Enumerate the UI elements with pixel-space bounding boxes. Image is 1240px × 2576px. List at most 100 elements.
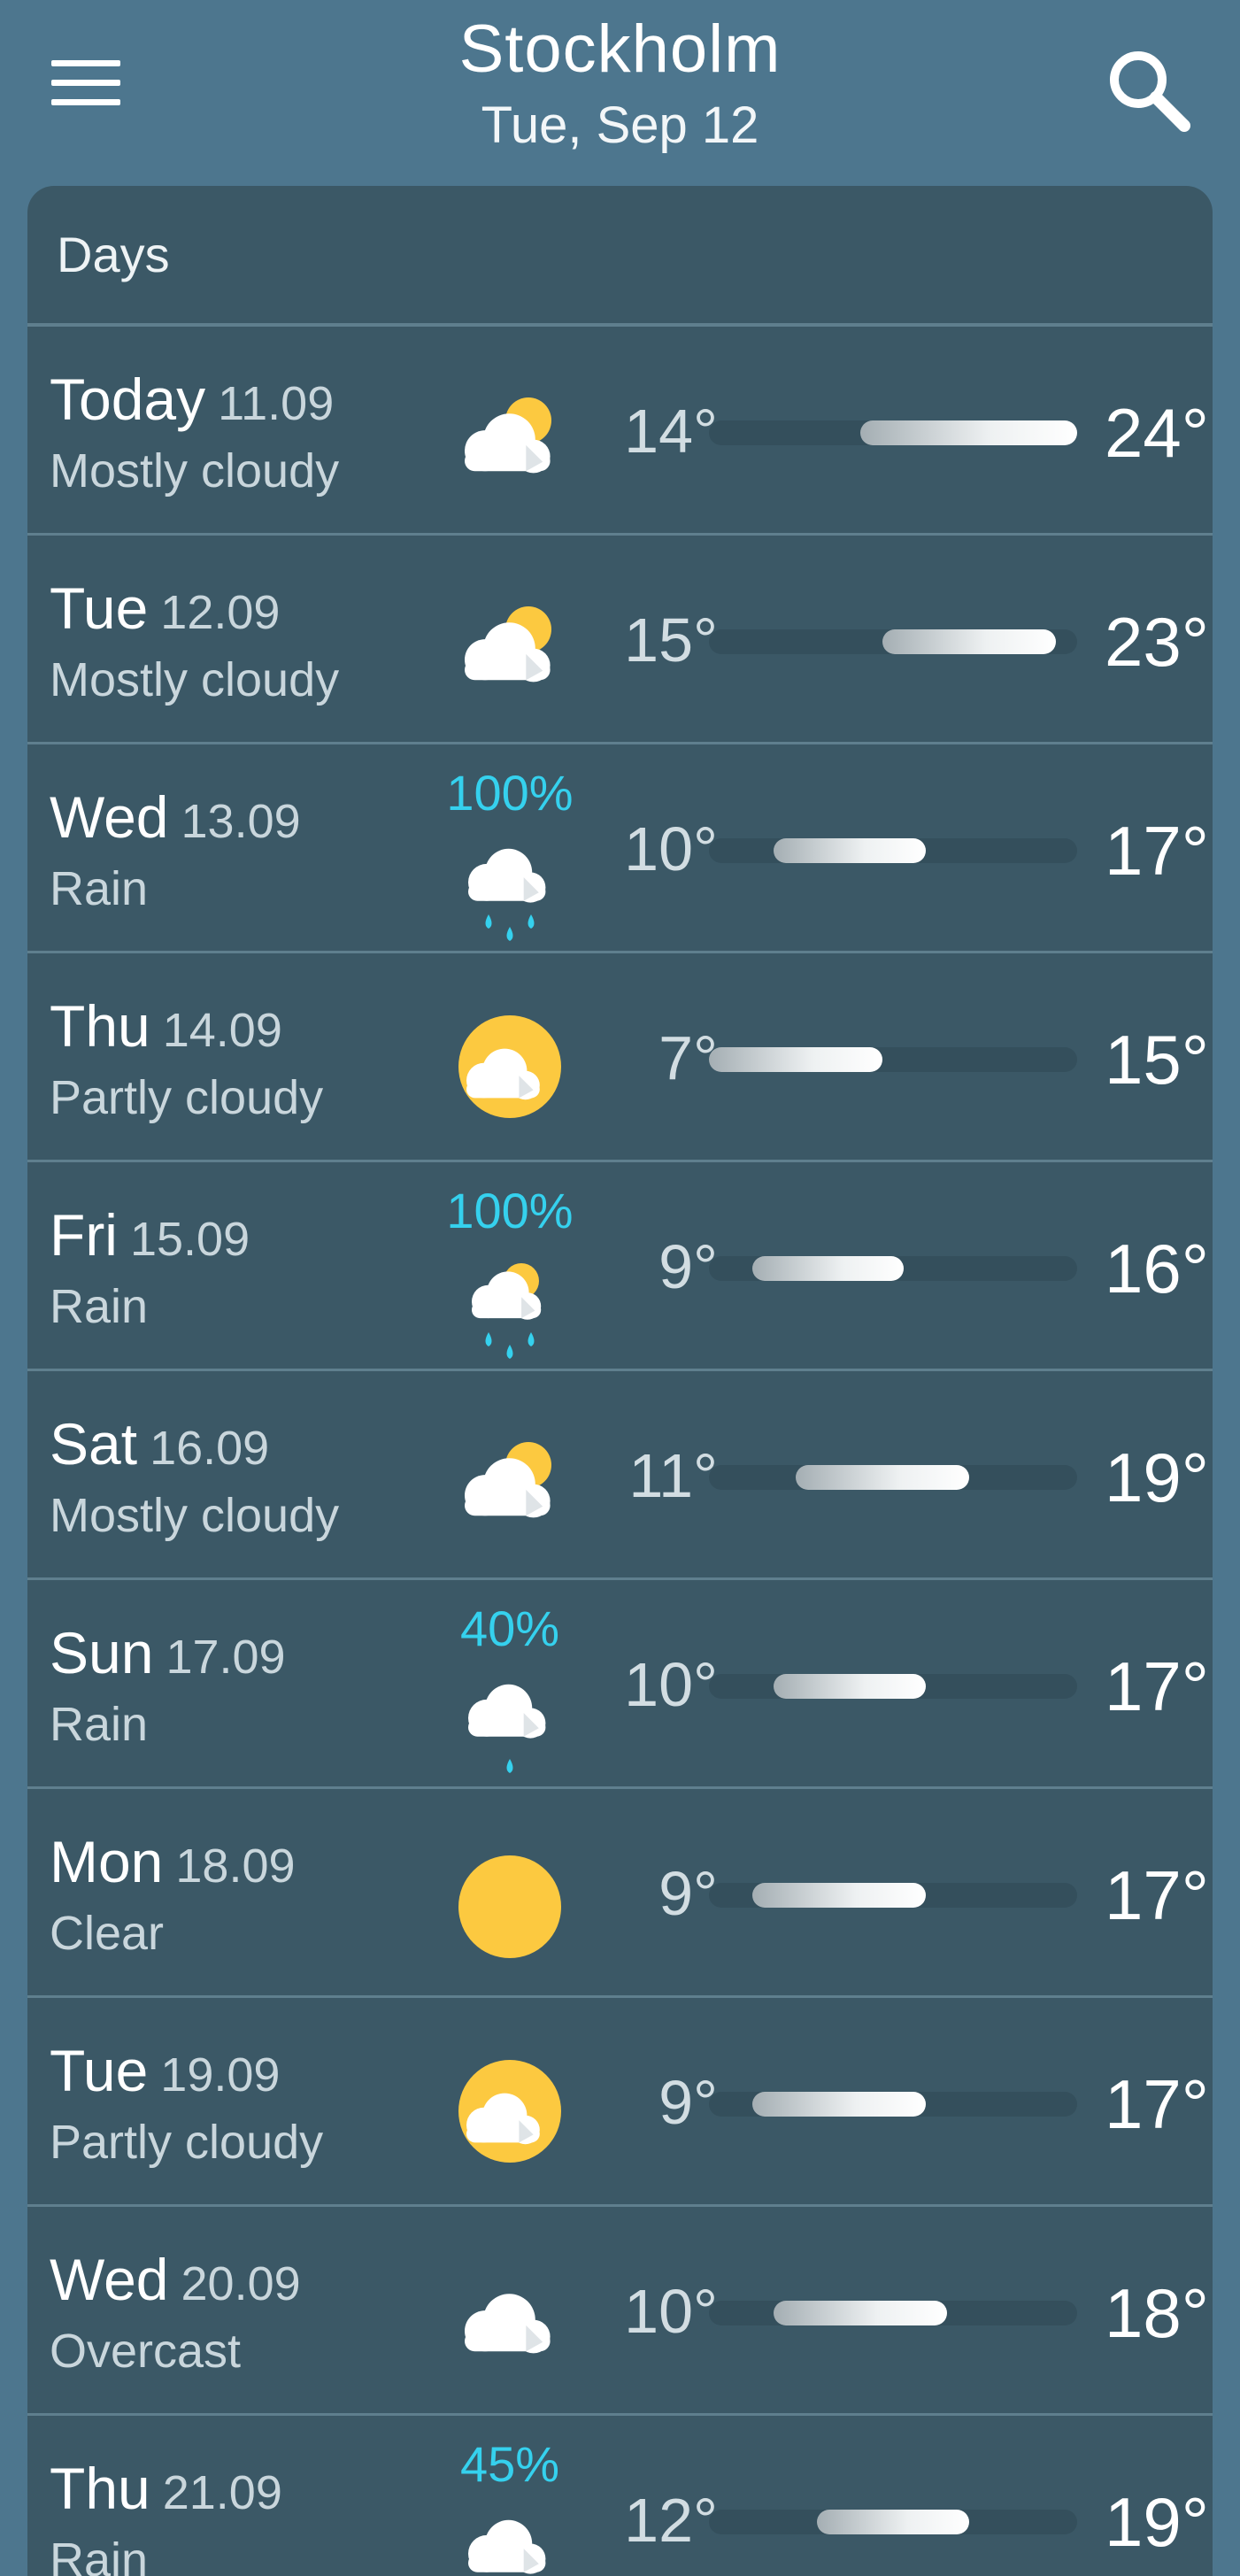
temp-low: 9° bbox=[659, 1232, 718, 1301]
day-name: Thu bbox=[50, 2456, 150, 2521]
forecast-row[interactable]: Today 11.09 Mostly cloudy 14° 24° bbox=[27, 327, 1213, 536]
condition-text: Partly cloudy bbox=[50, 2116, 324, 2169]
temp-low: 12° bbox=[624, 2486, 718, 2555]
day-date: 12.09 bbox=[160, 586, 281, 639]
sun-behind-cloud-icon bbox=[443, 378, 576, 511]
menu-button[interactable] bbox=[48, 55, 127, 117]
temp-range-track bbox=[709, 838, 1077, 863]
temp-high: 17° bbox=[1105, 2065, 1209, 2143]
day-date: 14.09 bbox=[162, 1004, 282, 1057]
condition-text: Overcast bbox=[50, 2325, 242, 2378]
temp-range-bar bbox=[860, 420, 1077, 445]
forecast-row[interactable]: Wed 20.09 Overcast 10° 18° bbox=[27, 2207, 1213, 2416]
partly-cloudy-icon bbox=[443, 2049, 576, 2182]
temp-high: 17° bbox=[1105, 1647, 1209, 1725]
temp-high: 19° bbox=[1105, 1438, 1209, 1516]
temp-range-bar bbox=[795, 1465, 969, 1490]
temp-low: 14° bbox=[624, 397, 718, 466]
day-name: Fri bbox=[50, 1202, 118, 1268]
day-label: Tue 12.09 bbox=[50, 575, 280, 642]
forecast-row[interactable]: Tue 19.09 Partly cloudy 9° 17° bbox=[27, 1998, 1213, 2207]
forecast-row[interactable]: Fri 15.09 Rain 100% 9° 16° bbox=[27, 1162, 1213, 1371]
temp-low: 9° bbox=[659, 1859, 718, 1928]
condition-text: Mostly cloudy bbox=[50, 653, 340, 706]
temp-range-bar bbox=[774, 2301, 948, 2325]
condition-text: Mostly cloudy bbox=[50, 1489, 340, 1542]
day-name: Mon bbox=[50, 1829, 164, 1894]
day-label: Tue 19.09 bbox=[50, 2037, 280, 2104]
sun-icon bbox=[443, 1840, 576, 1973]
day-name: Tue bbox=[50, 2038, 149, 2103]
temp-high: 24° bbox=[1105, 394, 1209, 472]
forecast-row[interactable]: Wed 13.09 Rain 100% 10° 17° bbox=[27, 744, 1213, 953]
rain-cloud-icon bbox=[443, 2497, 576, 2576]
day-label: Today 11.09 bbox=[50, 366, 334, 433]
day-date: 16.09 bbox=[150, 1422, 270, 1475]
condition-text: Partly cloudy bbox=[50, 1071, 324, 1124]
day-label: Thu 21.09 bbox=[50, 2455, 282, 2522]
city-name[interactable]: Stockholm bbox=[266, 11, 974, 88]
hamburger-line bbox=[51, 60, 120, 66]
day-label: Sat 16.09 bbox=[50, 1410, 269, 1477]
temp-range-track bbox=[709, 1256, 1077, 1281]
forecast-row[interactable]: Thu 14.09 Partly cloudy 7° 15° bbox=[27, 953, 1213, 1162]
day-name: Tue bbox=[50, 575, 149, 641]
day-label: Wed 13.09 bbox=[50, 783, 301, 851]
temp-high: 15° bbox=[1105, 1021, 1209, 1099]
forecast-row[interactable]: Mon 18.09 Clear 9° 17° bbox=[27, 1789, 1213, 1998]
day-label: Mon 18.09 bbox=[50, 1828, 296, 1895]
temp-range-track bbox=[709, 2510, 1077, 2534]
condition-text: Mostly cloudy bbox=[50, 444, 340, 497]
temp-low: 10° bbox=[624, 1650, 718, 1719]
partly-cloudy-icon bbox=[443, 1005, 576, 1138]
forecast-row[interactable]: Thu 21.09 Rain 45% 12° 19° bbox=[27, 2416, 1213, 2576]
sun-behind-cloud-icon bbox=[443, 587, 576, 720]
temp-high: 18° bbox=[1105, 2274, 1209, 2352]
temp-range-track bbox=[709, 1047, 1077, 1072]
search-button[interactable] bbox=[1105, 46, 1193, 135]
day-date: 15.09 bbox=[129, 1213, 250, 1266]
temp-range-track bbox=[709, 629, 1077, 654]
day-name: Wed bbox=[50, 2247, 169, 2312]
day-name: Wed bbox=[50, 784, 169, 850]
current-date: Tue, Sep 12 bbox=[481, 96, 759, 154]
app-header: Stockholm Tue, Sep 12 bbox=[0, 0, 1240, 181]
light-rain-cloud-icon bbox=[443, 1662, 576, 1794]
temp-low: 7° bbox=[659, 1023, 718, 1092]
condition-text: Clear bbox=[50, 1907, 165, 1960]
forecast-row[interactable]: Sun 17.09 Rain 40% 10° 17° bbox=[27, 1580, 1213, 1789]
temp-range-track bbox=[709, 1883, 1077, 1908]
temp-range-track bbox=[709, 1674, 1077, 1699]
search-icon bbox=[1110, 51, 1190, 132]
temp-low: 10° bbox=[624, 2277, 718, 2346]
day-date: 18.09 bbox=[175, 1839, 296, 1893]
forecast-row[interactable]: Sat 16.09 Mostly cloudy 11° 19° bbox=[27, 1371, 1213, 1580]
condition-text: Rain bbox=[50, 1698, 149, 1751]
temp-low: 15° bbox=[624, 605, 718, 675]
forecast-row[interactable]: Tue 12.09 Mostly cloudy 15° 23° bbox=[27, 536, 1213, 744]
daily-forecast-panel: Days Today 11.09 Mostly cloudy 14° 24° Tue 12.… bbox=[27, 186, 1213, 2576]
temp-range-track bbox=[709, 420, 1077, 445]
panel-title: Days bbox=[57, 227, 170, 282]
temp-range-bar bbox=[709, 1047, 882, 1072]
temp-low: 11° bbox=[628, 1441, 718, 1510]
temp-range-bar bbox=[817, 2510, 969, 2534]
day-date: 21.09 bbox=[162, 2466, 282, 2519]
temp-high: 17° bbox=[1105, 812, 1209, 890]
temp-range-track bbox=[709, 1465, 1077, 1490]
day-name: Sat bbox=[50, 1411, 138, 1477]
temp-high: 17° bbox=[1105, 1856, 1209, 1934]
temp-range-bar bbox=[774, 838, 926, 863]
cloud-icon bbox=[443, 2258, 576, 2391]
temp-range-bar bbox=[774, 1674, 926, 1699]
day-label: Sun 17.09 bbox=[50, 1619, 286, 1686]
temp-range-bar bbox=[882, 629, 1056, 654]
condition-text: Rain bbox=[50, 862, 149, 915]
day-date: 17.09 bbox=[166, 1631, 286, 1684]
day-date: 20.09 bbox=[181, 2257, 301, 2310]
day-label: Thu 14.09 bbox=[50, 992, 282, 1060]
hamburger-line bbox=[51, 80, 120, 86]
day-name: Today bbox=[50, 366, 206, 432]
hamburger-line bbox=[51, 99, 120, 105]
temp-high: 23° bbox=[1105, 603, 1209, 681]
